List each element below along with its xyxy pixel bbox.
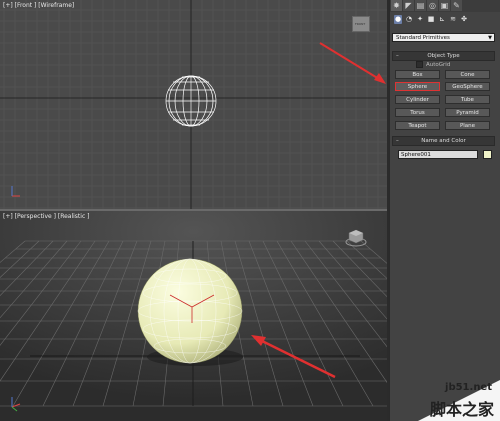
viewcube-icon	[345, 229, 367, 247]
cone-button[interactable]: Cone	[445, 70, 490, 79]
collapse-icon-2: –	[396, 138, 399, 144]
name-color-title: Name and Color	[421, 138, 466, 144]
front-viewport-label[interactable]: [+] [Front ] [Wireframe]	[3, 2, 74, 9]
torus-button[interactable]: Torus	[395, 108, 440, 117]
box-button[interactable]: Box	[395, 70, 440, 79]
command-panel-tabs: ✸ ◤ ▤ ◎ ▣ ✎	[390, 0, 500, 12]
dropdown-value: Standard Primitives	[396, 35, 450, 41]
tube-button[interactable]: Tube	[445, 95, 490, 104]
wireframe-sphere[interactable]	[165, 75, 217, 127]
pyramid-button[interactable]: Pyramid	[445, 108, 490, 117]
motion-icon[interactable]: ◎	[427, 0, 438, 11]
perspective-viewport[interactable]: [+] [Perspective ] [Realistic ]	[0, 211, 387, 421]
front-viewport[interactable]: [+] [Front ] [Wireframe] FRONT	[0, 0, 387, 210]
viewcube-perspective[interactable]	[345, 227, 367, 249]
shapes-icon[interactable]: ◔	[405, 15, 413, 24]
red-arrow-top	[319, 42, 386, 84]
geosphere-button[interactable]: GeoSphere	[445, 82, 490, 91]
teapot-button[interactable]: Teapot	[395, 121, 440, 130]
chevron-down-icon: ▼	[488, 35, 492, 41]
perspective-viewport-label[interactable]: [+] [Perspective ] [Realistic ]	[3, 213, 90, 220]
object-type-header[interactable]: – Object Type	[392, 51, 495, 61]
space-warps-icon[interactable]: ≋	[449, 15, 457, 24]
category-icons: ● ◔ ✦ ■ ⊾ ≋ ✤	[394, 15, 468, 24]
collapse-icon: –	[396, 53, 399, 59]
front-viewport-grid	[0, 0, 387, 210]
systems-icon[interactable]: ✤	[460, 15, 468, 24]
cameras-icon[interactable]: ■	[427, 15, 435, 24]
object-name-field[interactable]: Sphere001	[398, 150, 478, 159]
object-type-rollout: – Object Type AutoGrid Box Cone Sphere G…	[392, 51, 495, 135]
lights-icon[interactable]: ✦	[416, 15, 424, 24]
watermark-domain: jb51.net	[445, 382, 492, 393]
viewcube-front-text: FRONT	[355, 22, 366, 26]
hierarchy-icon[interactable]: ▤	[415, 0, 426, 11]
autogrid-label: AutoGrid	[426, 61, 451, 68]
name-color-header[interactable]: – Name and Color	[392, 136, 495, 146]
watermark-brand: 脚本之家	[429, 400, 494, 419]
plane-button[interactable]: Plane	[445, 121, 490, 130]
geometry-icon[interactable]: ●	[394, 15, 402, 24]
primitives-dropdown[interactable]: Standard Primitives ▼	[392, 33, 495, 42]
object-type-title: Object Type	[427, 53, 460, 59]
name-color-rollout: – Name and Color Sphere001	[392, 136, 495, 166]
cylinder-button[interactable]: Cylinder	[395, 95, 440, 104]
utilities-icon[interactable]: ✎	[451, 0, 462, 11]
watermark: jb51.net 脚本之家	[398, 378, 500, 421]
display-icon[interactable]: ▣	[439, 0, 450, 11]
viewcube-front[interactable]: FRONT	[352, 16, 370, 32]
create-icon[interactable]: ✸	[391, 0, 402, 11]
object-color-swatch[interactable]	[483, 150, 492, 159]
helpers-icon[interactable]: ⊾	[438, 15, 446, 24]
perspective-grid	[0, 211, 387, 421]
sphere-button[interactable]: Sphere	[395, 82, 440, 91]
autogrid-row[interactable]: AutoGrid	[416, 61, 450, 68]
shaded-sphere[interactable]	[137, 258, 243, 364]
autogrid-checkbox[interactable]	[416, 61, 423, 68]
axis-gizmo-front	[11, 186, 20, 197]
modify-icon[interactable]: ◤	[403, 0, 414, 11]
